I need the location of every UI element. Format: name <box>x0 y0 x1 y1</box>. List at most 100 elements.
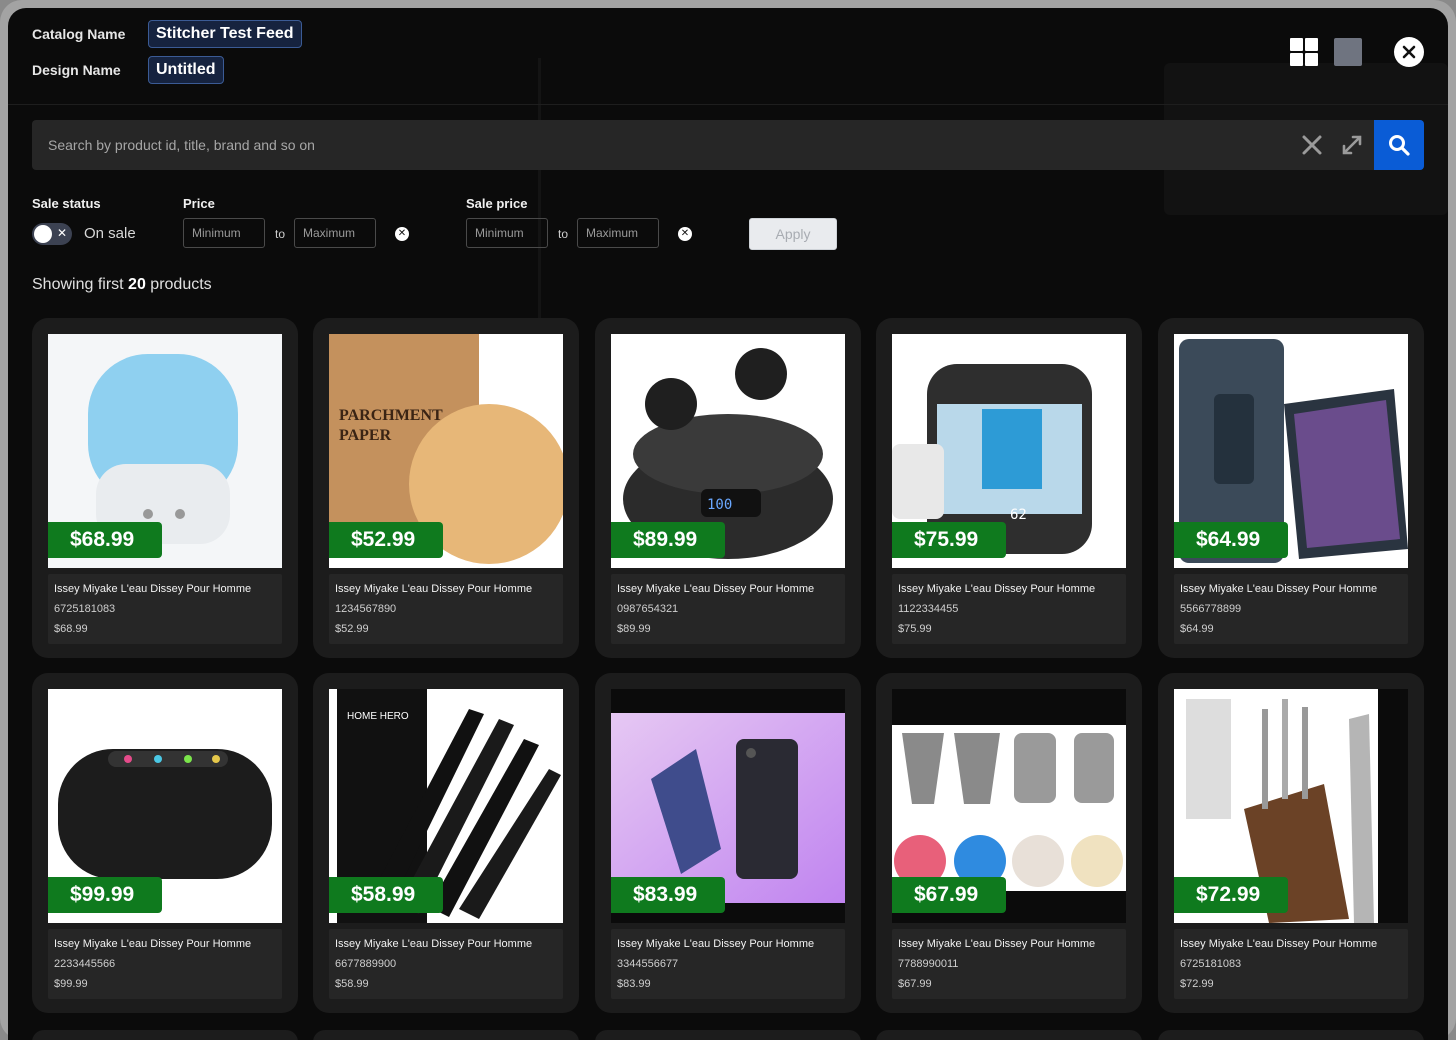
sale-price-max-input[interactable] <box>577 218 659 248</box>
price-to-label: to <box>275 227 286 241</box>
product-price: $99.99 <box>54 978 88 990</box>
product-card-4[interactable]: 62 $75.99 Issey Miyake L'eau Dissey Pour… <box>876 318 1142 658</box>
product-price: $67.99 <box>898 978 932 990</box>
product-price: $75.99 <box>898 623 932 635</box>
product-title: Issey Miyake L'eau Dissey Pour Homme <box>54 938 252 950</box>
device-frame: Catalog Name Stitcher Test Feed Design N… <box>0 0 1456 1040</box>
price-label: Price <box>183 196 215 211</box>
product-id: 6725181083 <box>54 603 116 615</box>
product-info: Issey Miyake L'eau Dissey Pour Homme 556… <box>1174 574 1408 644</box>
product-image: $83.99 <box>611 689 845 923</box>
product-price: $52.99 <box>335 623 369 635</box>
price-tag: $67.99 <box>892 877 1006 913</box>
on-sale-toggle[interactable]: ✕ <box>32 223 72 245</box>
product-card-9[interactable]: $67.99 Issey Miyake L'eau Dissey Pour Ho… <box>876 673 1142 1013</box>
product-id: 6677889900 <box>335 958 397 970</box>
card-peek <box>32 1030 298 1040</box>
card-peek <box>595 1030 861 1040</box>
product-info: Issey Miyake L'eau Dissey Pour Homme 778… <box>892 929 1126 999</box>
product-image: $99.99 <box>48 689 282 923</box>
product-info: Issey Miyake L'eau Dissey Pour Homme 098… <box>611 574 845 644</box>
product-image: HOME HERO $58.99 <box>329 689 563 923</box>
product-card-7[interactable]: HOME HERO $58.99 Issey Miyake L'eau Diss… <box>313 673 579 1013</box>
sale-price-min-input[interactable] <box>466 218 548 248</box>
product-price: $72.99 <box>1180 978 1214 990</box>
price-tag: $99.99 <box>48 877 162 913</box>
price-max-input[interactable] <box>294 218 376 248</box>
price-tag: $89.99 <box>611 522 725 558</box>
card-peek <box>313 1030 579 1040</box>
product-image: PARCHMENT PAPER $52.99 <box>329 334 563 568</box>
product-title: Issey Miyake L'eau Dissey Pour Homme <box>335 938 533 950</box>
search-bar <box>32 120 1424 170</box>
results-prefix: Showing first <box>32 276 124 293</box>
price-tag: $72.99 <box>1174 877 1288 913</box>
product-card-2[interactable]: PARCHMENT PAPER $52.99 Issey Miyake L'eau… <box>313 318 579 658</box>
background-divider <box>538 58 541 328</box>
product-card-6[interactable]: $99.99 Issey Miyake L'eau Dissey Pour Ho… <box>32 673 298 1013</box>
product-price: $68.99 <box>54 623 88 635</box>
product-card-10[interactable]: $72.99 Issey Miyake L'eau Dissey Pour Ho… <box>1158 673 1424 1013</box>
catalog-name-chip[interactable]: Stitcher Test Feed <box>148 20 302 48</box>
product-info: Issey Miyake L'eau Dissey Pour Homme 223… <box>48 929 282 999</box>
close-icon <box>1402 45 1416 59</box>
product-card-5[interactable]: $64.99 Issey Miyake L'eau Dissey Pour Ho… <box>1158 318 1424 658</box>
apply-button[interactable]: Apply <box>749 218 837 250</box>
clear-price-icon[interactable]: ✕ <box>395 227 409 241</box>
product-title: Issey Miyake L'eau Dissey Pour Homme <box>898 938 1096 950</box>
product-info: Issey Miyake L'eau Dissey Pour Homme 667… <box>329 929 563 999</box>
price-tag: $75.99 <box>892 522 1006 558</box>
product-image: $64.99 <box>1174 334 1408 568</box>
design-name-chip[interactable]: Untitled <box>148 56 224 84</box>
design-name-label: Design Name <box>32 62 121 78</box>
header-divider <box>8 104 1448 105</box>
grid-view-icon[interactable] <box>1290 38 1318 66</box>
product-id: 7788990011 <box>898 958 959 970</box>
product-card-1[interactable]: $68.99 Issey Miyake L'eau Dissey Pour Ho… <box>32 318 298 658</box>
on-sale-label: On sale <box>84 225 136 242</box>
search-button[interactable] <box>1374 120 1424 170</box>
price-min-input[interactable] <box>183 218 265 248</box>
svg-text:HOME HERO: HOME HERO <box>347 711 409 722</box>
product-info: Issey Miyake L'eau Dissey Pour Homme 112… <box>892 574 1126 644</box>
svg-text:PARCHMENT: PARCHMENT <box>339 407 443 424</box>
search-input[interactable] <box>32 120 1294 170</box>
product-id: 0987654321 <box>617 603 679 615</box>
product-card-3[interactable]: 100 $89.99 Issey Miyake L'eau Dissey Pou… <box>595 318 861 658</box>
product-info: Issey Miyake L'eau Dissey Pour Homme 123… <box>329 574 563 644</box>
product-price: $83.99 <box>617 978 651 990</box>
product-id: 2233445566 <box>54 958 116 970</box>
product-id: 6725181083 <box>1180 958 1242 970</box>
close-button[interactable] <box>1394 37 1424 67</box>
svg-text:62: 62 <box>1010 507 1027 523</box>
product-title: Issey Miyake L'eau Dissey Pour Homme <box>54 583 252 595</box>
single-view-icon[interactable] <box>1334 38 1362 66</box>
clear-sale-price-icon[interactable]: ✕ <box>678 227 692 241</box>
product-title: Issey Miyake L'eau Dissey Pour Homme <box>617 583 815 595</box>
product-image: 62 $75.99 <box>892 334 1126 568</box>
clear-search-icon[interactable] <box>1300 133 1324 157</box>
results-number: 20 <box>128 276 146 293</box>
sale-price-label: Sale price <box>466 196 528 211</box>
product-id: 5566778899 <box>1180 603 1242 615</box>
price-tag: $83.99 <box>611 877 725 913</box>
product-image: $68.99 <box>48 334 282 568</box>
product-price: $58.99 <box>335 978 369 990</box>
product-price: $89.99 <box>617 623 651 635</box>
price-tag: $68.99 <box>48 522 162 558</box>
expand-icon[interactable] <box>1340 133 1364 157</box>
product-title: Issey Miyake L'eau Dissey Pour Homme <box>898 583 1096 595</box>
svg-text:100: 100 <box>707 497 732 513</box>
results-suffix: products <box>150 276 212 293</box>
product-picker-modal: Catalog Name Stitcher Test Feed Design N… <box>8 8 1448 1040</box>
product-title: Issey Miyake L'eau Dissey Pour Homme <box>335 583 533 595</box>
price-tag: $52.99 <box>329 522 443 558</box>
product-info: Issey Miyake L'eau Dissey Pour Homme 334… <box>611 929 845 999</box>
product-image: $72.99 <box>1174 689 1408 923</box>
sale-price-to-label: to <box>558 227 569 241</box>
card-peek <box>876 1030 1142 1040</box>
product-card-8[interactable]: $83.99 Issey Miyake L'eau Dissey Pour Ho… <box>595 673 861 1013</box>
toggle-off-icon: ✕ <box>57 226 68 240</box>
product-id: 1234567890 <box>335 603 397 615</box>
price-tag: $58.99 <box>329 877 443 913</box>
